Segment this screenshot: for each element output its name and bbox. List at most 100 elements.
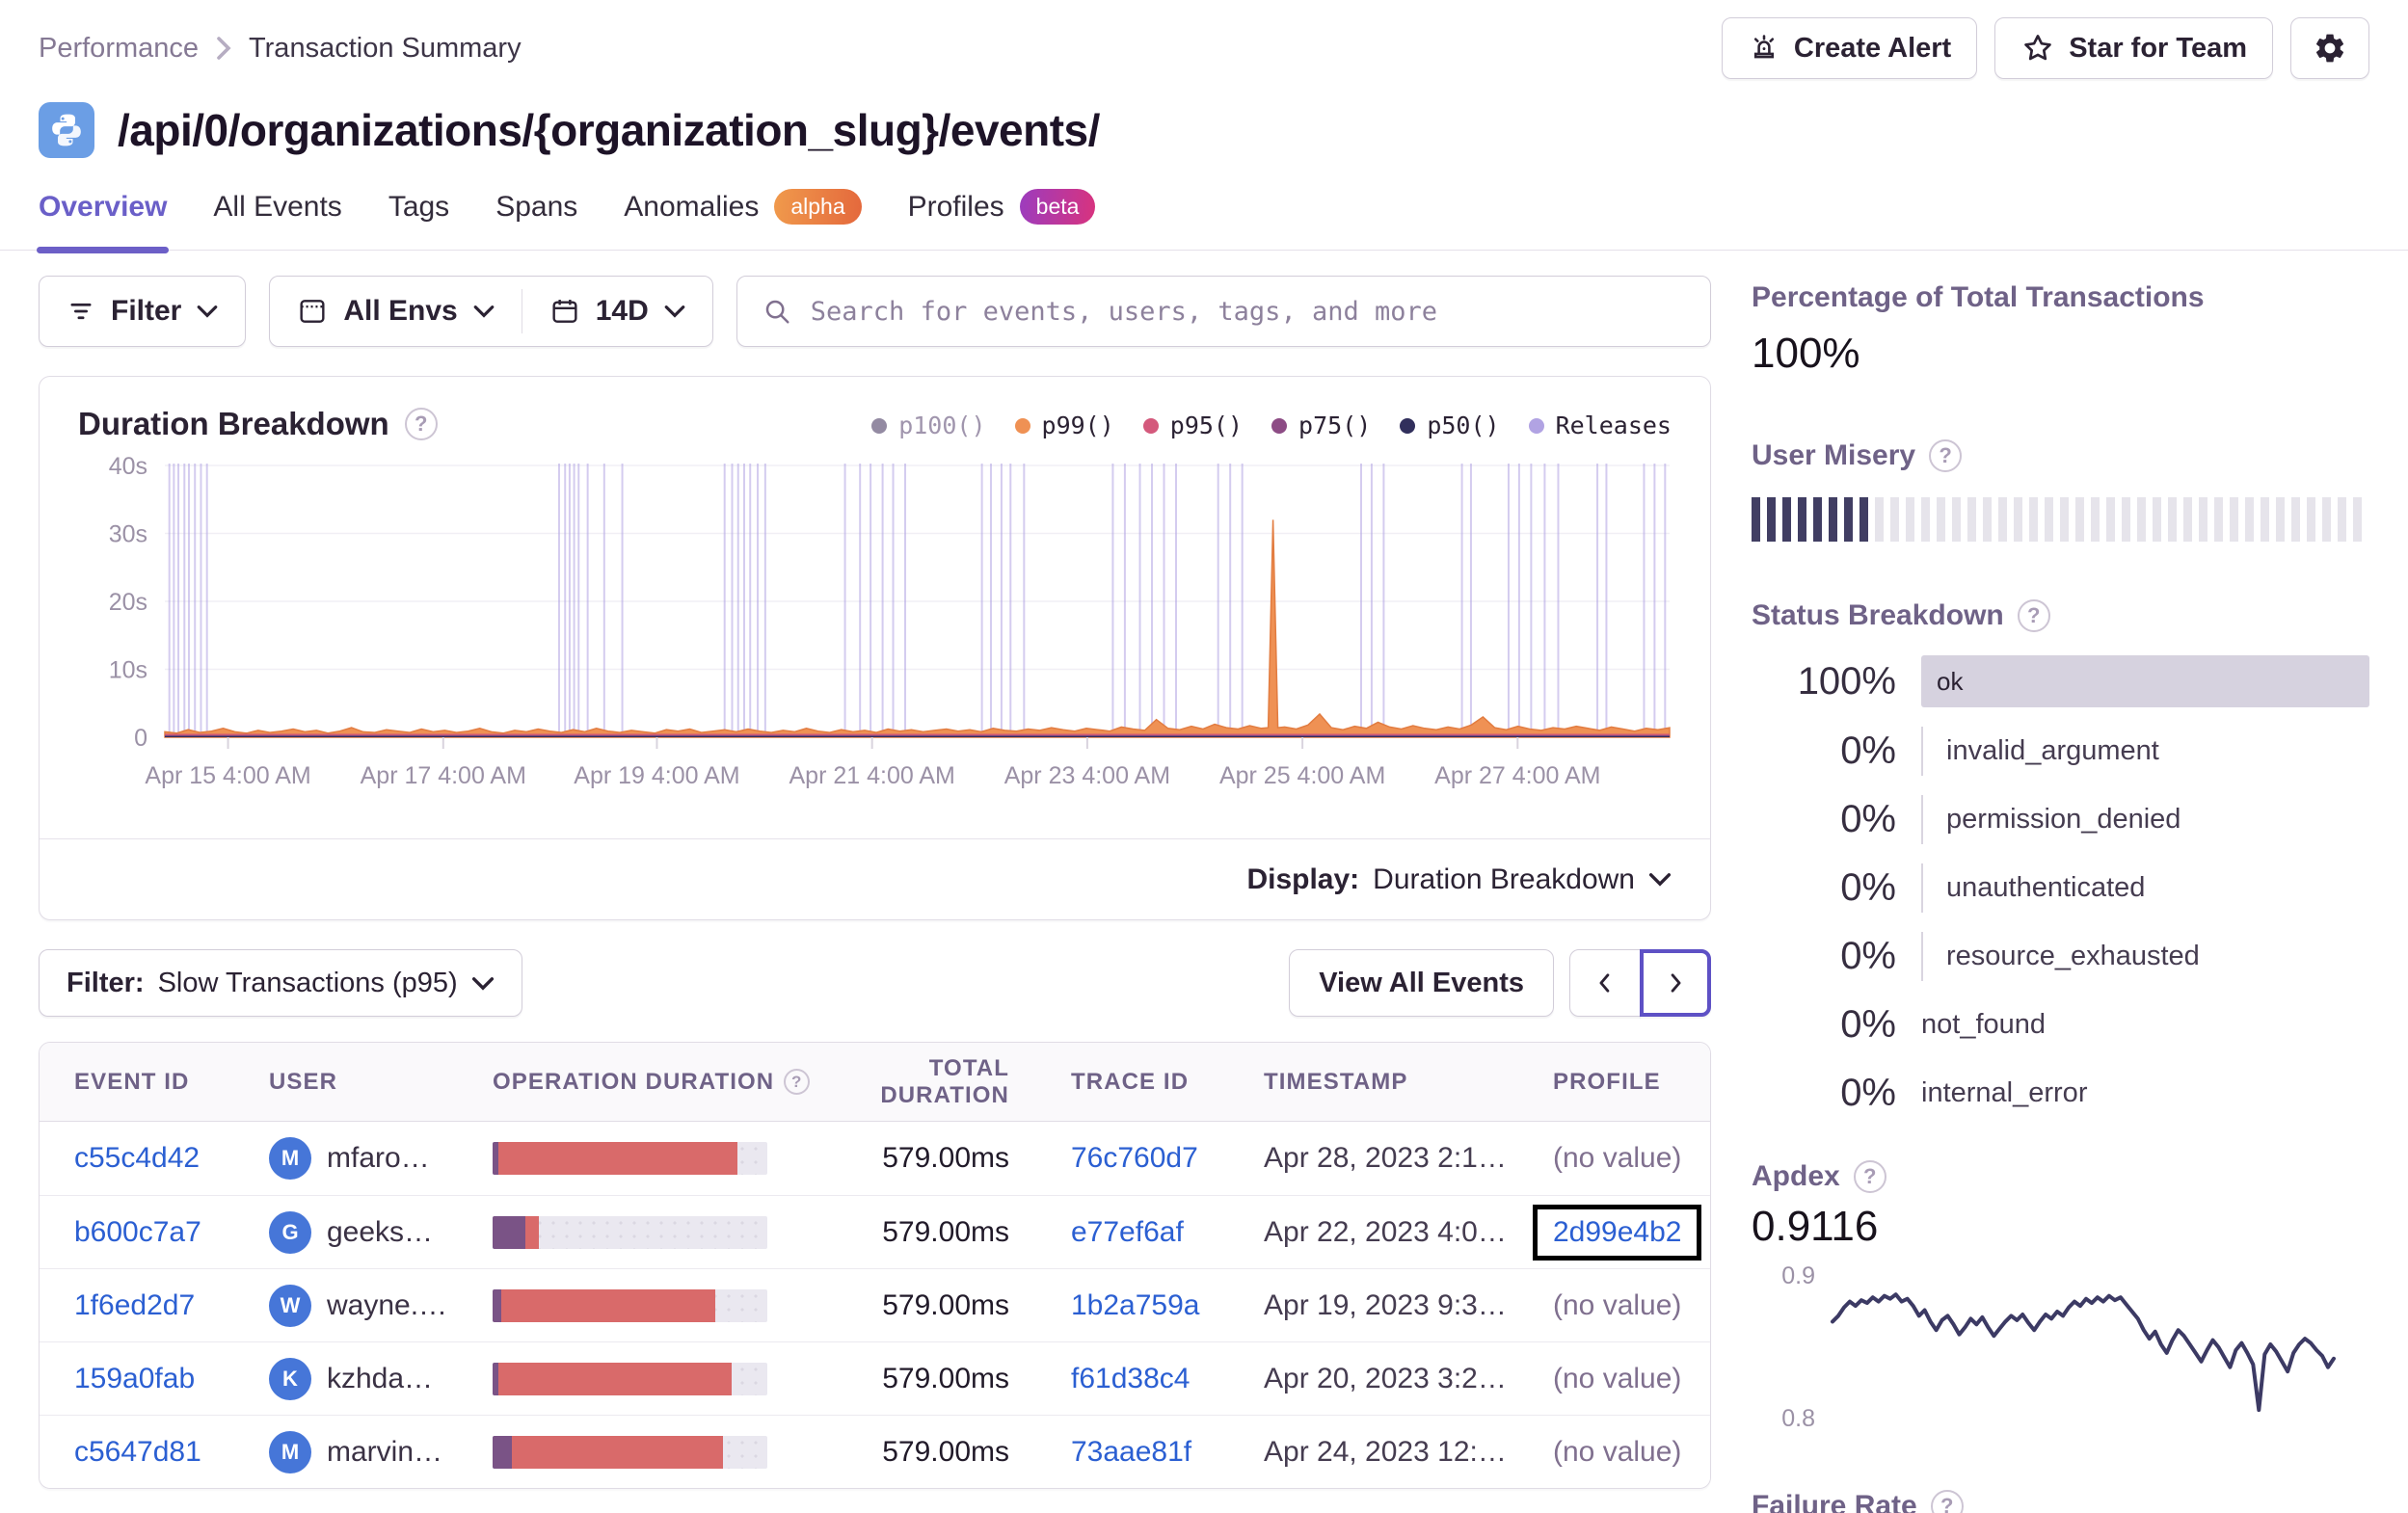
date-range-selector[interactable]: 14D xyxy=(522,277,712,346)
user-misery-heading: User Misery ? xyxy=(1752,439,2369,472)
legend-item-p99[interactable]: p99() xyxy=(1014,411,1114,439)
misery-tick-empty xyxy=(2075,497,2084,542)
profile-highlight-box: 2d99e4b2 xyxy=(1533,1204,1702,1261)
trace-id-link[interactable]: e77ef6af xyxy=(1071,1216,1184,1248)
help-icon[interactable]: ? xyxy=(404,408,438,440)
view-all-events-button[interactable]: View All Events xyxy=(1289,949,1554,1017)
legend-dot xyxy=(871,417,888,434)
help-icon[interactable]: ? xyxy=(2017,599,2050,632)
misery-tick-empty xyxy=(2245,497,2254,542)
star-for-team-button[interactable]: Star for Team xyxy=(1994,17,2273,79)
misery-tick-filled xyxy=(1860,497,1868,542)
misery-tick-empty xyxy=(2168,497,2177,542)
profile-link[interactable]: 2d99e4b2 xyxy=(1553,1216,1681,1248)
help-icon[interactable]: ? xyxy=(1930,1490,1964,1513)
event-id-cell: 1f6ed2d7 xyxy=(40,1289,261,1322)
filter-button-label: Filter xyxy=(111,295,182,327)
failure-rate-heading: Failure Rate ? xyxy=(1752,1490,2369,1513)
tab-profiles[interactable]: Profiles beta xyxy=(908,189,1096,250)
display-selector[interactable]: Display: Duration Breakdown xyxy=(40,838,1710,919)
header-actions: Create Alert Star for Team xyxy=(1721,17,2369,79)
main-column: Filter All Envs 14D Search for events, u… xyxy=(39,276,1711,1489)
breadcrumb-performance[interactable]: Performance xyxy=(39,33,199,65)
legend-item-p95[interactable]: p95() xyxy=(1142,411,1244,439)
status-label: internal_error xyxy=(1921,1077,2088,1108)
status-row-invalid_argument: 0% invalid_argument xyxy=(1752,727,2369,776)
misery-tick-empty xyxy=(1875,497,1884,542)
legend-item-p75[interactable]: p75() xyxy=(1271,411,1371,439)
event-id-link[interactable]: b600c7a7 xyxy=(74,1216,201,1248)
search-input[interactable] xyxy=(808,295,1685,328)
misery-tick-filled xyxy=(1813,497,1822,542)
operation-duration-cell xyxy=(483,1435,811,1469)
trace-id-link[interactable]: 76c760d7 xyxy=(1071,1142,1198,1174)
op-segment-red xyxy=(497,1362,732,1395)
event-id-link[interactable]: 1f6ed2d7 xyxy=(74,1289,195,1321)
chevron-down-icon xyxy=(471,976,494,991)
beta-badge: beta xyxy=(1019,189,1096,225)
tab-tags[interactable]: Tags xyxy=(388,189,449,250)
svg-text:Apr 25 4:00 AM: Apr 25 4:00 AM xyxy=(1219,762,1385,789)
status-breakdown-block: Status Breakdown ? 100% ok 0% invalid_argum… xyxy=(1752,599,2369,1118)
legend-label: p95() xyxy=(1169,411,1244,439)
user-cell: Mmfaro… xyxy=(261,1137,483,1180)
events-toolbar: Filter: Slow Transactions (p95) View All… xyxy=(39,949,1711,1017)
svg-text:20s: 20s xyxy=(109,589,147,616)
slow-transactions-filter[interactable]: Filter: Slow Transactions (p95) xyxy=(39,949,522,1017)
table-row: b600c7a7 Ggeeks… 579.00ms e77ef6af Apr 22, 2… xyxy=(40,1195,1710,1268)
misery-tick-empty xyxy=(1967,497,1976,542)
chart-legend: p100() p99() p95() p75() p50() Releases xyxy=(871,411,1672,439)
trace-id-link[interactable]: 73aae81f xyxy=(1071,1436,1191,1468)
filter-button[interactable]: Filter xyxy=(39,276,247,347)
tab-label: Overview xyxy=(39,190,168,223)
status-row-permission_denied: 0% permission_denied xyxy=(1752,795,2369,844)
next-page-button[interactable] xyxy=(1640,949,1711,1017)
settings-button[interactable] xyxy=(2290,17,2369,79)
legend-dot xyxy=(1271,417,1288,434)
misery-tick-filled xyxy=(1767,497,1776,542)
environment-selector[interactable]: All Envs xyxy=(270,277,521,346)
chevron-down-icon xyxy=(473,305,495,318)
event-id-link[interactable]: c5647d81 xyxy=(74,1436,201,1468)
star-for-team-label: Star for Team xyxy=(2069,32,2247,64)
create-alert-button[interactable]: Create Alert xyxy=(1721,17,1978,79)
content: Filter All Envs 14D Search for events, u… xyxy=(0,276,2408,1513)
help-icon[interactable]: ? xyxy=(784,1069,811,1095)
filter-value: Slow Transactions (p95) xyxy=(157,967,458,998)
failure-rate-label: Failure Rate xyxy=(1752,1490,1917,1513)
user-misery-block: User Misery ? xyxy=(1752,439,2369,542)
apdex-label: Apdex xyxy=(1752,1160,1840,1192)
timestamp-cell: Apr 20, 2023 3:2… xyxy=(1264,1362,1507,1394)
help-icon[interactable]: ? xyxy=(1929,439,1963,472)
profile-no-value: (no value) xyxy=(1553,1288,1682,1321)
profile-cell: (no value) xyxy=(1543,1363,1710,1395)
legend-item-p100[interactable]: p100() xyxy=(871,411,986,439)
tab-spans[interactable]: Spans xyxy=(495,189,577,250)
search-bar[interactable] xyxy=(736,276,1711,347)
op-segment-purple xyxy=(493,1288,501,1322)
legend-item-p50[interactable]: p50() xyxy=(1400,411,1500,439)
sidebar: Percentage of Total Transactions 100% Us… xyxy=(1752,276,2369,1513)
timestamp-cell: Apr 22, 2023 4:0… xyxy=(1264,1215,1507,1248)
legend-item-Releases[interactable]: Releases xyxy=(1528,411,1672,439)
misery-tick-empty xyxy=(2338,497,2346,542)
svg-text:Apr 21 4:00 AM: Apr 21 4:00 AM xyxy=(789,762,955,789)
event-id-cell: c55c4d42 xyxy=(40,1142,261,1175)
event-id-link[interactable]: 159a0fab xyxy=(74,1363,195,1394)
trace-id-link[interactable]: f61d38c4 xyxy=(1071,1363,1190,1394)
trace-id-cell: f61d38c4 xyxy=(1052,1363,1254,1395)
tab-overview[interactable]: Overview xyxy=(36,189,170,253)
tab-all-events[interactable]: All Events xyxy=(213,189,341,250)
tab-anomalies[interactable]: Anomalies alpha xyxy=(624,189,862,250)
display-value: Duration Breakdown xyxy=(1373,863,1635,895)
event-id-link[interactable]: c55c4d42 xyxy=(74,1142,200,1174)
previous-page-button[interactable] xyxy=(1569,949,1641,1017)
misery-tick-filled xyxy=(1844,497,1853,542)
profile-no-value: (no value) xyxy=(1553,1362,1682,1394)
operation-duration-bar xyxy=(493,1215,767,1249)
status-rows: 100% ok 0% invalid_argument 0% permission_den… xyxy=(1752,655,2369,1118)
help-icon[interactable]: ? xyxy=(1853,1160,1886,1193)
trace-id-link[interactable]: 1b2a759a xyxy=(1071,1289,1199,1321)
table-row: c55c4d42 Mmfaro… 579.00ms 76c760d7 Apr 28, 2… xyxy=(40,1122,1710,1195)
status-label: ok xyxy=(1937,666,1964,696)
